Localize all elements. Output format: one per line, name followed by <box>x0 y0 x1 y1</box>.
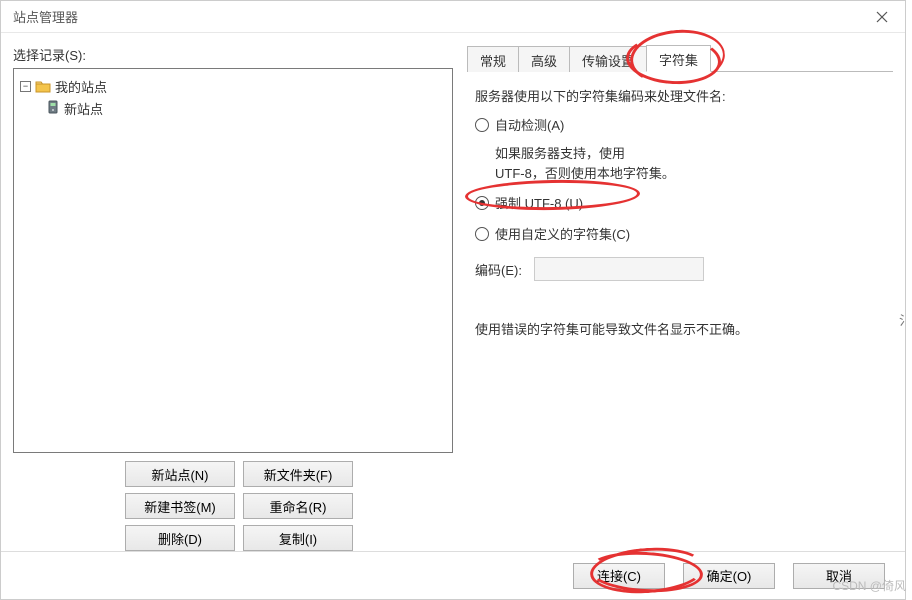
tree-root-row[interactable]: − 我的站点 <box>20 75 446 97</box>
new-folder-button[interactable]: 新文件夹(F) <box>243 461 353 487</box>
radio-force-utf8-row[interactable]: 强制 UTF-8 (U) <box>475 193 885 212</box>
tree-child-row[interactable]: 新站点 <box>20 97 446 119</box>
tree-collapse-icon[interactable]: − <box>20 81 31 92</box>
title-bar: 站点管理器 <box>1 1 905 33</box>
close-button[interactable] <box>859 1 905 33</box>
charset-heading: 服务器使用以下的字符集编码来处理文件名: <box>475 86 885 105</box>
connect-button[interactable]: 连接(C) <box>573 563 665 589</box>
server-icon <box>46 100 60 116</box>
tab-general[interactable]: 常规 <box>467 46 519 72</box>
rename-button[interactable]: 重命名(R) <box>243 493 353 519</box>
tab-strip: 常规 高级 传输设置 字符集 <box>467 45 893 72</box>
new-site-button[interactable]: 新站点(N) <box>125 461 235 487</box>
radio-custom-label: 使用自定义的字符集(C) <box>495 224 630 243</box>
tab-advanced[interactable]: 高级 <box>518 46 570 72</box>
radio-icon <box>475 118 489 132</box>
watermark: CSDN @倚风 <box>832 577 906 594</box>
tree-root-label: 我的站点 <box>55 77 107 96</box>
window-title: 站点管理器 <box>13 7 78 26</box>
radio-force-utf8-label: 强制 UTF-8 (U) <box>495 193 583 212</box>
copy-button[interactable]: 复制(I) <box>243 525 353 551</box>
encoding-input <box>534 257 704 281</box>
autodetect-hint: 如果服务器支持，使用 UTF-8，否则使用本地字符集。 <box>495 144 885 183</box>
new-bookmark-button[interactable]: 新建书签(M) <box>125 493 235 519</box>
close-icon <box>876 11 888 23</box>
radio-icon <box>475 227 489 241</box>
tab-charset[interactable]: 字符集 <box>646 45 711 72</box>
folder-icon <box>35 79 51 93</box>
select-entry-label: 选择记录(S): <box>13 45 453 64</box>
tree-child-label: 新站点 <box>64 99 103 118</box>
ok-button[interactable]: 确定(O) <box>683 563 775 589</box>
tab-transfer[interactable]: 传输设置 <box>569 46 647 72</box>
encoding-label: 编码(E): <box>475 260 522 279</box>
charset-warning: 使用错误的字符集可能导致文件名显示不正确。 <box>475 319 885 338</box>
radio-autodetect-label: 自动检测(A) <box>495 115 564 134</box>
site-tree[interactable]: − 我的站点 新站点 <box>13 68 453 453</box>
cropped-edge: 氵 <box>899 310 912 329</box>
radio-custom-row[interactable]: 使用自定义的字符集(C) <box>475 224 885 243</box>
delete-button[interactable]: 删除(D) <box>125 525 235 551</box>
radio-icon <box>475 196 489 210</box>
radio-autodetect-row[interactable]: 自动检测(A) <box>475 115 885 134</box>
